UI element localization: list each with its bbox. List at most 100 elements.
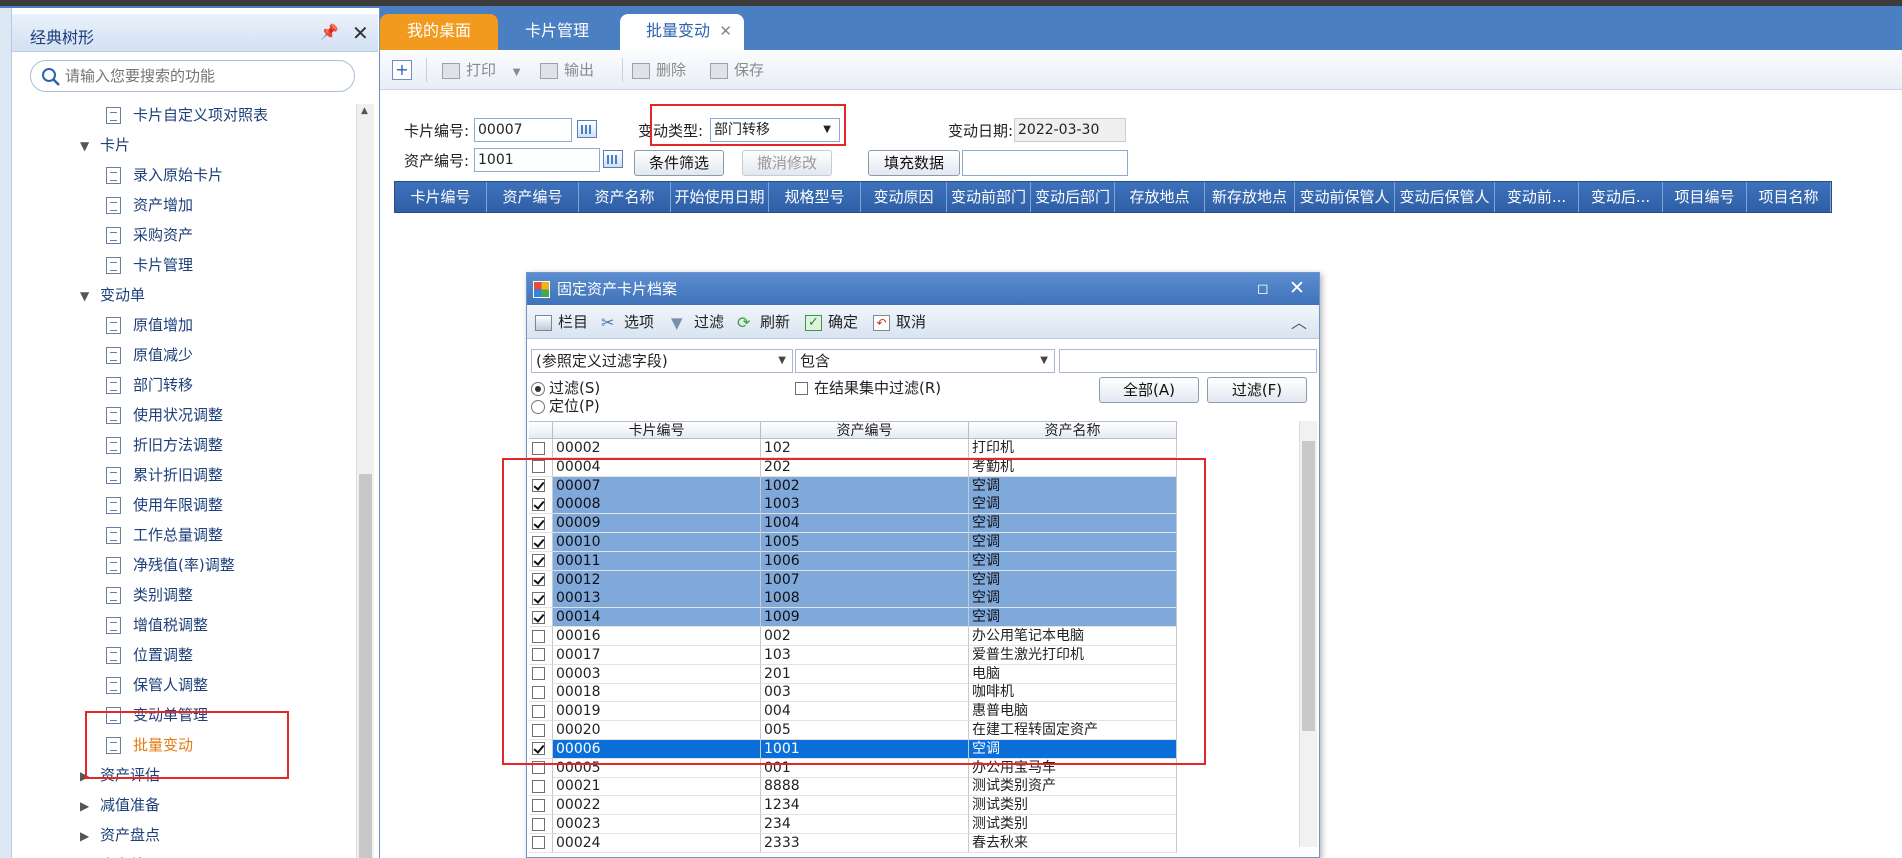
row-checkbox-cell[interactable] bbox=[529, 777, 553, 797]
tree-folder[interactable]: ▼ 卡片 bbox=[80, 132, 130, 158]
grid-column-header[interactable]: 卡片编号 bbox=[395, 182, 487, 212]
grid-column-header[interactable]: 项目名称 bbox=[1747, 182, 1831, 212]
tree-item[interactable]: 原值增加 bbox=[106, 312, 193, 338]
tree-item[interactable]: 工作总量调整 bbox=[106, 522, 223, 548]
table-column-header[interactable]: 资产编号 bbox=[761, 421, 969, 439]
table-row[interactable]: 00024 2333 春去秋来 bbox=[529, 833, 1177, 853]
tree-item[interactable]: 原值减少 bbox=[106, 342, 193, 368]
grid-column-header[interactable]: 变动后... bbox=[1579, 182, 1663, 212]
grid-column-header[interactable]: 变动后部门 bbox=[1031, 182, 1115, 212]
tab-card-management[interactable]: 卡片管理 bbox=[502, 14, 612, 50]
tree-folder[interactable]: ▶ 资产盘点 bbox=[80, 822, 160, 848]
fill-data-button[interactable]: 填充数据 bbox=[868, 150, 960, 176]
save-button[interactable]: 保存 bbox=[710, 58, 764, 82]
table-column-header[interactable]: 卡片编号 bbox=[553, 421, 761, 439]
grid-column-header[interactable]: 开始使用日期 bbox=[671, 182, 769, 212]
search-box[interactable] bbox=[30, 60, 355, 92]
cancel-button[interactable]: ↶ 取消 bbox=[873, 311, 926, 333]
row-checkbox-cell[interactable] bbox=[529, 815, 553, 834]
tree-item[interactable]: 卡片管理 bbox=[106, 252, 193, 278]
tree-folder[interactable]: ▶资产处置 bbox=[80, 852, 160, 858]
table-column-header[interactable]: 资产名称 bbox=[969, 421, 1177, 439]
tree-item[interactable]: 卡片自定义项对照表 bbox=[106, 104, 268, 128]
tree-item[interactable]: 折旧方法调整 bbox=[106, 432, 223, 458]
pin-icon[interactable]: 📌 bbox=[320, 23, 339, 41]
collapse-icon[interactable]: ︿ bbox=[1291, 309, 1307, 333]
delete-button[interactable]: 删除 bbox=[632, 58, 686, 82]
condition-filter-button[interactable]: 条件筛选 bbox=[634, 150, 724, 176]
tree-item[interactable]: 部门转移 bbox=[106, 372, 193, 398]
tree-item[interactable]: 使用年限调整 bbox=[106, 492, 223, 518]
confirm-button[interactable]: ✓ 确定 bbox=[805, 311, 858, 333]
chevron-down-icon[interactable]: ▼ bbox=[80, 283, 94, 309]
filter-value-input[interactable] bbox=[1059, 349, 1317, 373]
tree-item[interactable]: 增值税调整 bbox=[106, 612, 208, 638]
close-tab-icon[interactable]: ✕ bbox=[719, 14, 732, 48]
grid-column-header[interactable]: 资产编号 bbox=[487, 182, 579, 212]
tree-item[interactable]: 采购资产 bbox=[106, 222, 193, 248]
grid-column-header[interactable]: 存放地点 bbox=[1115, 182, 1205, 212]
options-button[interactable]: ✂ 选项 bbox=[601, 311, 654, 333]
tree-item[interactable]: 保管人调整 bbox=[106, 672, 208, 698]
refresh-button[interactable]: ⟳ 刷新 bbox=[737, 311, 790, 333]
chevron-right-icon[interactable]: ▶ bbox=[80, 853, 94, 858]
grid-column-header[interactable]: 项目编号 bbox=[1663, 182, 1747, 212]
tree-item[interactable]: 资产增加 bbox=[106, 192, 193, 218]
row-checkbox-cell[interactable] bbox=[529, 833, 553, 853]
row-checkbox[interactable] bbox=[532, 441, 545, 455]
tree-folder[interactable]: ▶ 减值准备 bbox=[80, 792, 160, 818]
close-icon[interactable]: ✕ bbox=[352, 21, 369, 45]
chevron-right-icon[interactable]: ▶ bbox=[80, 823, 94, 849]
dialog-close-icon[interactable]: ✕ bbox=[1289, 272, 1305, 304]
tree-item[interactable]: 净残值(率)调整 bbox=[106, 552, 235, 578]
tree-item[interactable]: 使用状况调整 bbox=[106, 402, 223, 428]
asset-no-field[interactable]: 1001 bbox=[474, 148, 600, 172]
columns-button[interactable]: 栏目 bbox=[535, 311, 588, 333]
row-checkbox-cell[interactable] bbox=[529, 439, 553, 458]
filter-field-select[interactable]: (参照定义过滤字段) ▼ bbox=[531, 349, 793, 373]
row-checkbox[interactable] bbox=[532, 798, 545, 812]
calendar-icon[interactable] bbox=[577, 120, 597, 138]
chevron-down-icon[interactable]: ▼ bbox=[80, 133, 94, 159]
grid-column-header[interactable]: 变动原因 bbox=[861, 182, 947, 212]
tree-folder[interactable]: ▼ 变动单 bbox=[80, 282, 145, 308]
fill-data-input[interactable] bbox=[962, 150, 1128, 176]
radio-filter[interactable]: 过滤(S) bbox=[531, 379, 600, 397]
grid-column-header[interactable]: 变动前部门 bbox=[947, 182, 1031, 212]
grid-column-header[interactable]: 规格型号 bbox=[769, 182, 861, 212]
tree-item[interactable]: 位置调整 bbox=[106, 642, 193, 668]
row-checkbox[interactable] bbox=[532, 836, 545, 850]
tree-item[interactable]: 累计折旧调整 bbox=[106, 462, 223, 488]
grid-column-header[interactable]: 资产名称 bbox=[579, 182, 671, 212]
filter-operator-select[interactable]: 包含 ▼ bbox=[795, 349, 1055, 373]
row-checkbox-cell[interactable] bbox=[529, 796, 553, 816]
card-no-field[interactable]: 00007 bbox=[474, 118, 572, 142]
export-button[interactable]: 输出 bbox=[540, 58, 594, 82]
in-result-filter-checkbox[interactable]: 在结果集中过滤(R) bbox=[795, 379, 941, 397]
row-checkbox[interactable] bbox=[532, 779, 545, 793]
table-row[interactable]: 00022 1234 测试类别 bbox=[529, 796, 1177, 816]
table-row[interactable]: 00002 102 打印机 bbox=[529, 439, 1177, 458]
chevron-right-icon[interactable]: ▶ bbox=[80, 793, 94, 819]
grid-column-header[interactable]: 变动前保管人 bbox=[1295, 182, 1395, 212]
calendar-icon[interactable] bbox=[603, 150, 623, 168]
grid-column-header[interactable]: 变动前... bbox=[1495, 182, 1579, 212]
filter-toolbar-button[interactable]: ▼ 过滤 bbox=[671, 311, 724, 333]
filter-button[interactable]: 过滤(F) bbox=[1207, 377, 1307, 403]
scroll-thumb[interactable] bbox=[1302, 441, 1315, 731]
tab-batch-change[interactable]: 批量变动 ✕ bbox=[620, 14, 744, 50]
radio-locate[interactable]: 定位(P) bbox=[531, 397, 600, 415]
maximize-icon[interactable]: ◻ bbox=[1257, 273, 1269, 305]
print-button[interactable]: 打印 ▼ bbox=[442, 58, 521, 82]
scroll-thumb[interactable] bbox=[359, 474, 372, 858]
chevron-down-icon[interactable]: ▼ bbox=[513, 67, 521, 78]
add-icon[interactable]: + bbox=[392, 60, 412, 80]
table-scrollbar[interactable] bbox=[1299, 421, 1317, 847]
sidebar-scrollbar[interactable]: ▲ bbox=[356, 104, 374, 858]
all-button[interactable]: 全部(A) bbox=[1099, 377, 1199, 403]
search-input[interactable] bbox=[65, 65, 345, 87]
grid-column-header[interactable]: 新存放地点 bbox=[1205, 182, 1295, 212]
table-row[interactable]: 00023 234 测试类别 bbox=[529, 815, 1177, 834]
grid-column-header[interactable]: 变动后保管人 bbox=[1395, 182, 1495, 212]
tree-item[interactable]: 录入原始卡片 bbox=[106, 162, 223, 188]
